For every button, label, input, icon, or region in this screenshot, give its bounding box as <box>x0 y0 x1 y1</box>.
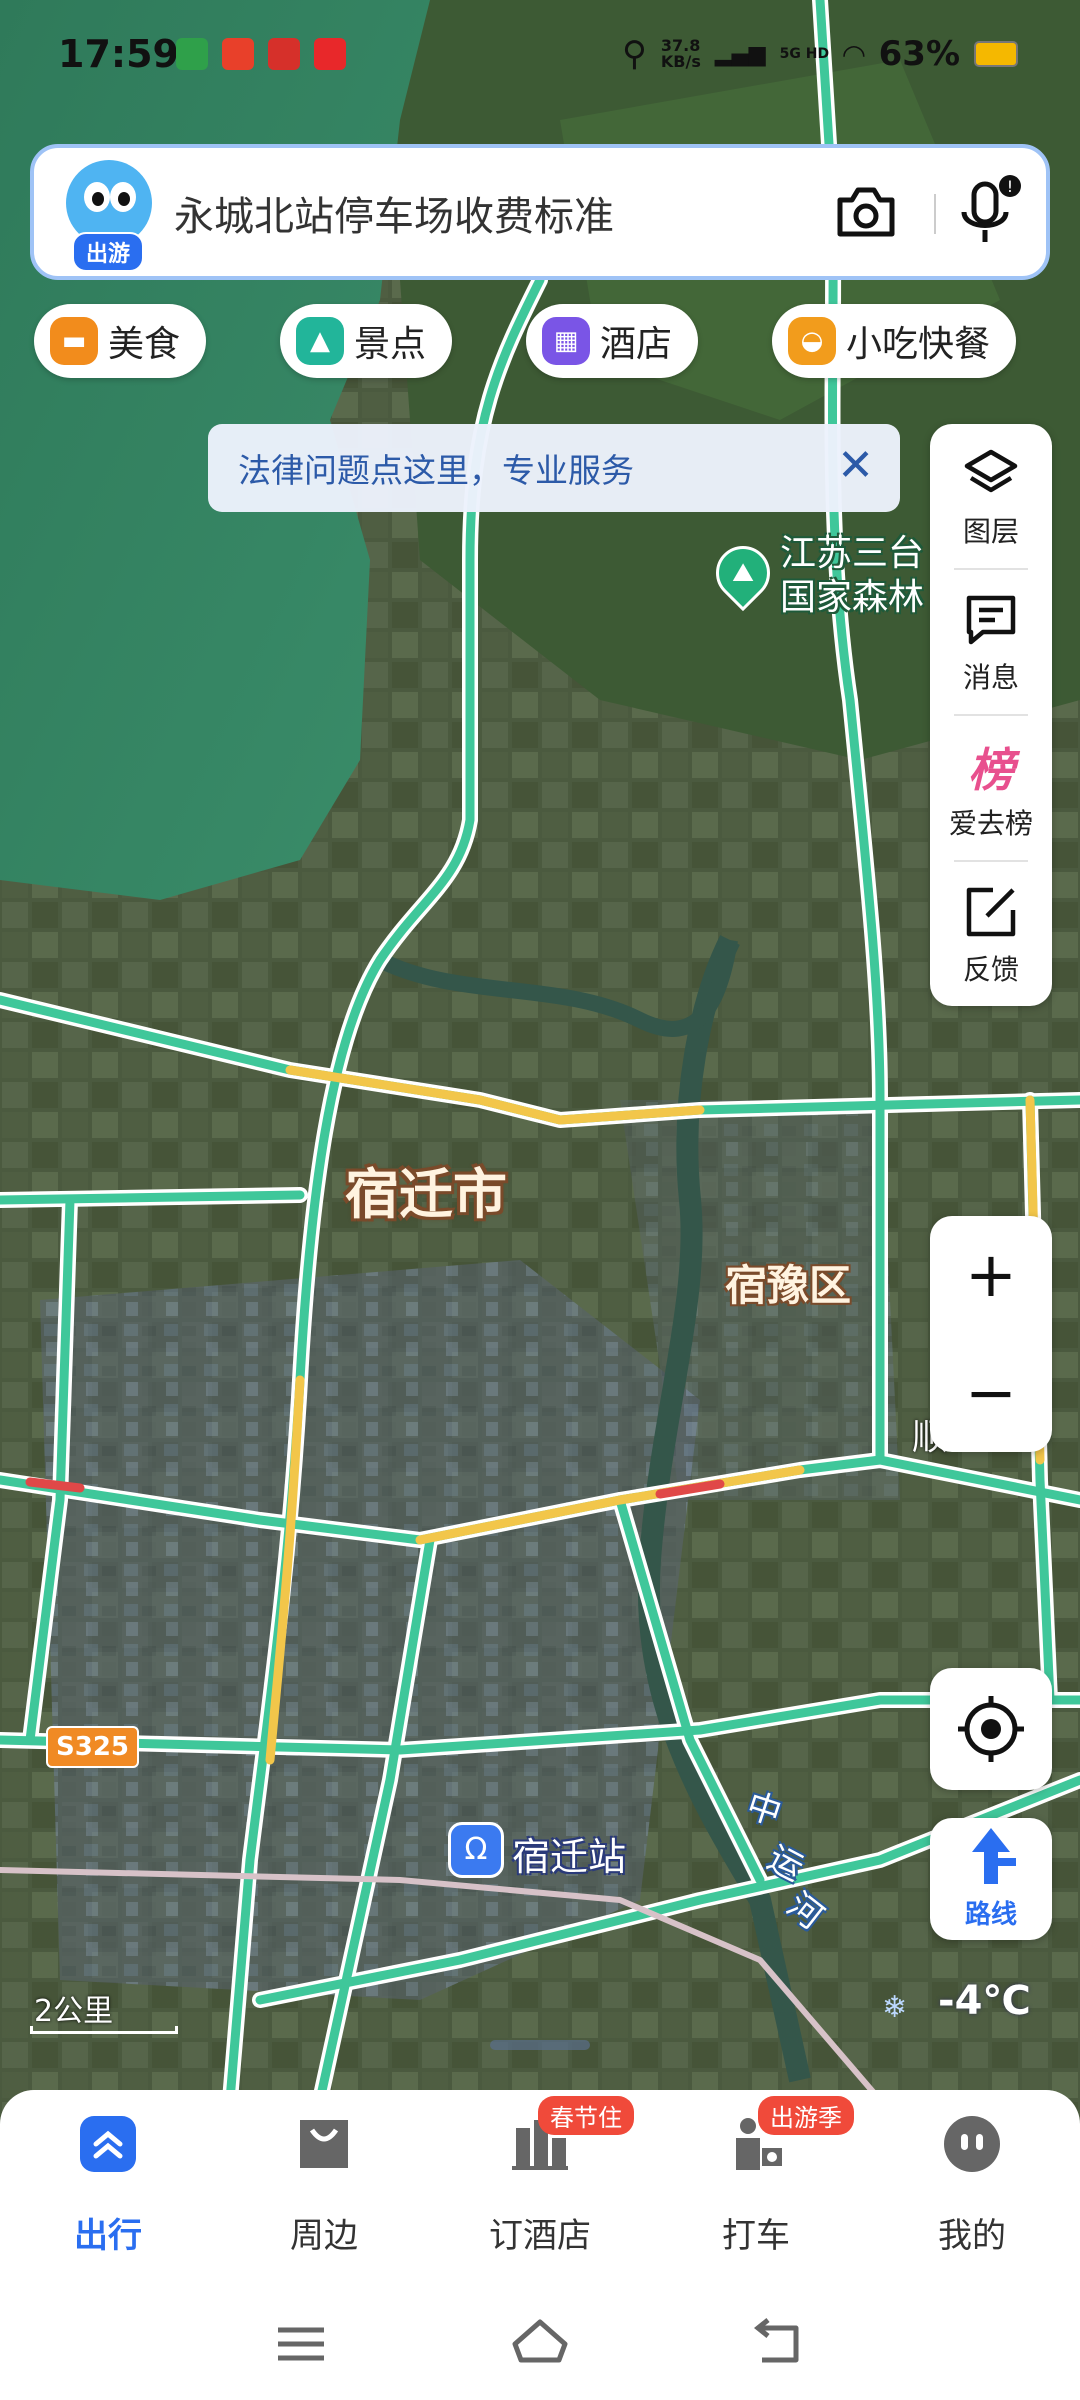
banner-text[interactable]: 法律问题点这里，专业服务 <box>238 444 634 492</box>
messages-button[interactable]: 消息 <box>930 570 1052 714</box>
locate-button[interactable] <box>930 1668 1052 1790</box>
search-bar[interactable]: 出游 永城北站停车场收费标准 ! <box>30 144 1050 280</box>
bottom-navigation: 出行 周边 春节住 订酒店 出游季 打车 我的 <box>0 2090 1080 2290</box>
scenic-icon: ▲ <box>296 317 344 365</box>
category-chip-food[interactable]: ▬ 美食 <box>34 304 207 378</box>
chip-label: 小吃快餐 <box>846 324 991 365</box>
nav-item-hotel-booking[interactable]: 春节住 订酒店 <box>432 2096 648 2264</box>
route-label: 路线 <box>964 1900 1017 1930</box>
back-icon[interactable] <box>744 2314 814 2374</box>
feedback-icon <box>966 887 1016 937</box>
search-divider <box>934 194 936 234</box>
profile-icon <box>944 2116 1000 2172</box>
ranking-button[interactable]: 榜 爱去榜 <box>930 716 1052 860</box>
ranking-icon: 榜 <box>968 743 1014 797</box>
nav-label: 打车 <box>722 2216 790 2256</box>
travel-badge: 出游 <box>72 232 145 272</box>
zoom-out-button[interactable]: − <box>930 1334 1052 1452</box>
forest-park-label[interactable]: 江苏三台 国家森林 <box>780 532 924 620</box>
svg-text:!: ! <box>1007 177 1013 196</box>
nav-item-travel[interactable]: 出行 <box>0 2114 216 2264</box>
category-chip-scenic[interactable]: ▲ 景点 <box>280 304 453 378</box>
avatar-eye <box>110 182 136 212</box>
category-chip-snack[interactable]: ◒ 小吃快餐 <box>772 304 1017 378</box>
category-chip-hotel[interactable]: ▦ 酒店 <box>526 304 699 378</box>
map-scale-label: 2公里 <box>34 1994 114 2029</box>
travel-icon <box>80 2116 136 2172</box>
chip-label: 景点 <box>354 324 427 365</box>
notification-icons <box>176 38 346 70</box>
nav-label: 我的 <box>938 2216 1006 2256</box>
city-label: 宿迁市 <box>345 1163 507 1226</box>
district-label: 宿豫区 <box>725 1261 852 1310</box>
hotel-icon: ▦ <box>542 317 590 365</box>
signal-icon: ▂▄▆ <box>714 41 766 67</box>
signal-label: 5G HD <box>779 46 830 62</box>
nav-badge: 出游季 <box>758 2096 854 2135</box>
zoom-in-button[interactable]: + <box>930 1216 1052 1334</box>
search-input[interactable]: 永城北站停车场收费标准 <box>174 184 614 242</box>
nav-item-taxi[interactable]: 出游季 打车 <box>648 2096 864 2264</box>
status-indicators: ⚲ 37.8 KB/s ▂▄▆ 5G HD ◠ 63% <box>622 34 1019 74</box>
avatar-eye <box>84 182 110 212</box>
location-icon: ⚲ <box>622 34 647 74</box>
nav-label: 周边 <box>290 2216 358 2256</box>
station-label[interactable]: 宿迁站 <box>512 1826 626 1881</box>
battery-icon <box>974 41 1019 67</box>
map-tools-panel: 图层 消息 榜 爱去榜 反馈 <box>930 424 1052 1006</box>
status-time: 17:59 <box>58 32 179 76</box>
nav-badge: 春节住 <box>538 2096 634 2135</box>
microphone-icon[interactable]: ! <box>954 174 1024 254</box>
camera-icon[interactable] <box>834 182 898 242</box>
message-icon <box>966 595 1016 645</box>
chip-label: 美食 <box>108 324 181 365</box>
app-notification-icon <box>314 38 346 70</box>
sheet-drag-handle[interactable] <box>490 2040 590 2050</box>
net-speed: 37.8 KB/s <box>660 36 701 71</box>
wifi-icon: ◠ <box>843 37 865 71</box>
side-item-label: 消息 <box>962 661 1019 694</box>
nav-label: 出行 <box>74 2216 142 2256</box>
road-shield-s325: S325 <box>46 1726 139 1768</box>
home-icon[interactable] <box>505 2314 575 2374</box>
nav-item-nearby[interactable]: 周边 <box>216 2114 432 2264</box>
map-scale-bar <box>30 2026 178 2034</box>
chip-label: 酒店 <box>600 324 673 365</box>
feedback-button[interactable]: 反馈 <box>930 862 1052 1006</box>
side-item-label: 图层 <box>962 515 1019 548</box>
app-notification-icon <box>176 38 208 70</box>
battery-percent: 63% <box>878 34 961 74</box>
layers-icon <box>964 449 1018 493</box>
status-bar: 17:59 ⚲ 37.8 KB/s ▂▄▆ 5G HD ◠ 63% <box>0 0 1080 110</box>
snack-icon: ◒ <box>788 317 836 365</box>
legal-service-banner[interactable]: 法律问题点这里，专业服务 ✕ <box>208 424 900 512</box>
zoom-controls: + − <box>930 1216 1052 1452</box>
route-arrow-icon <box>972 1828 1016 1884</box>
food-icon: ▬ <box>50 317 98 365</box>
side-item-label: 反馈 <box>962 953 1019 986</box>
close-icon[interactable]: ✕ <box>837 442 874 490</box>
route-button[interactable]: 路线 <box>930 1818 1052 1940</box>
train-station-icon[interactable]: Ω <box>448 1822 504 1878</box>
system-navigation-bar <box>0 2290 1080 2400</box>
nav-item-profile[interactable]: 我的 <box>864 2114 1080 2264</box>
nearby-icon <box>300 2120 348 2168</box>
taobao-notification-icon <box>222 38 254 70</box>
menu-icon[interactable] <box>266 2314 336 2374</box>
nav-label: 订酒店 <box>489 2216 591 2256</box>
app-notification-icon <box>268 38 300 70</box>
side-item-label: 爱去榜 <box>948 807 1033 840</box>
locate-icon <box>958 1696 1024 1762</box>
temperature-label[interactable]: -4℃ <box>882 1978 1031 2024</box>
layers-button[interactable]: 图层 <box>930 424 1052 568</box>
